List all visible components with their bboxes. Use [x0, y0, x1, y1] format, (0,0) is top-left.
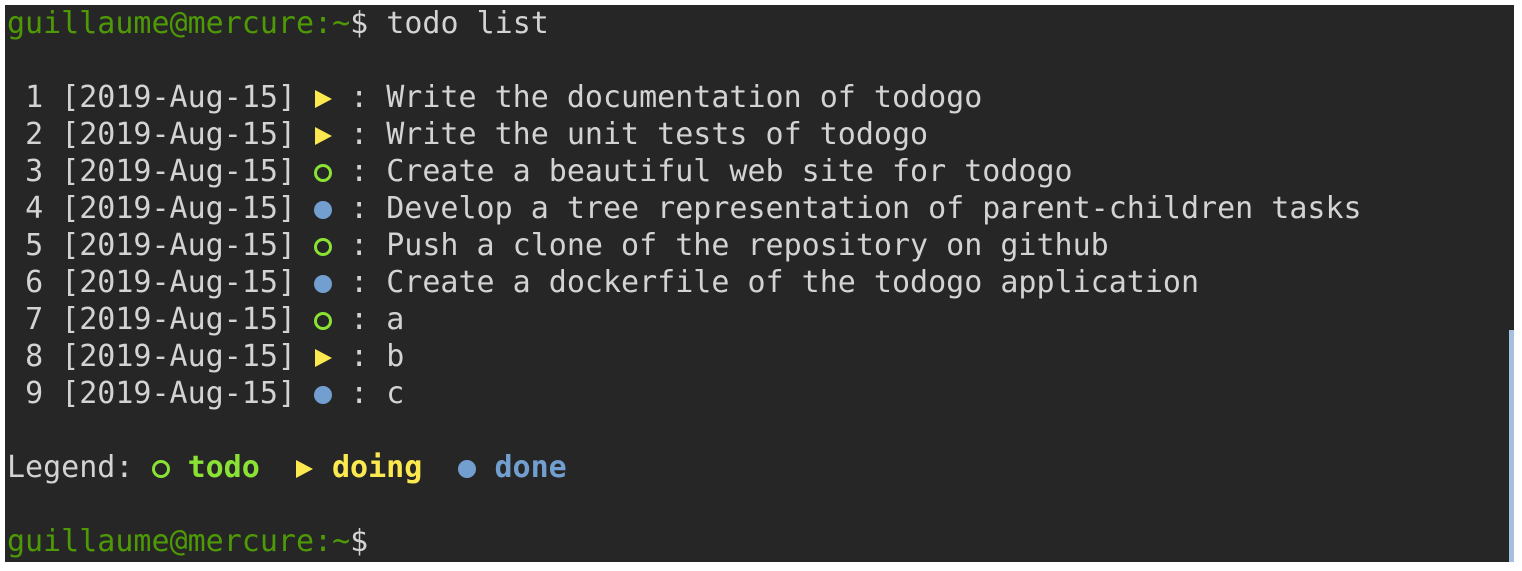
prompt-user-host: guillaume@mercure — [7, 524, 315, 559]
task-number: 7 — [25, 302, 44, 337]
task-number: 3 — [25, 154, 44, 189]
command-text: todo list — [368, 6, 549, 41]
task-date: [2019-Aug-15] — [61, 339, 296, 374]
task-text: Create a dockerfile of the todogo applic… — [386, 265, 1200, 300]
terminal-output: guillaume@mercure:~$ todo list 1 [2019-A… — [7, 5, 1362, 560]
prompt-cwd: :~ — [314, 6, 351, 41]
task-row: 4 [2019-Aug-15] : Develop a tree represe… — [7, 190, 1362, 227]
triangle-right-icon — [314, 116, 332, 153]
task-separator: : — [332, 302, 387, 337]
prompt-symbol: $ — [350, 524, 369, 559]
task-separator: : — [332, 191, 387, 226]
task-separator: : — [332, 376, 387, 411]
task-number: 5 — [25, 228, 44, 263]
task-row: 5 [2019-Aug-15] : Push a clone of the re… — [7, 227, 1362, 264]
prompt-user-host: guillaume@mercure — [7, 6, 315, 41]
filled-circle-icon — [314, 190, 333, 227]
prompt-line-2[interactable]: guillaume@mercure:~$ — [7, 523, 1362, 560]
task-date: [2019-Aug-15] — [61, 154, 296, 189]
legend-line: Legend: todo doing done — [7, 449, 1362, 486]
task-list: 1 [2019-Aug-15] : Write the documentatio… — [7, 79, 1362, 412]
task-separator: : — [332, 228, 387, 263]
prompt-cwd: :~ — [314, 524, 351, 559]
task-separator: : — [332, 339, 387, 374]
task-row: 2 [2019-Aug-15] : Write the unit tests o… — [7, 116, 1362, 153]
task-number: 8 — [25, 339, 44, 374]
task-text: a — [386, 302, 405, 337]
task-date: [2019-Aug-15] — [61, 228, 296, 263]
task-row: 8 [2019-Aug-15] : b — [7, 338, 1362, 375]
terminal-window[interactable]: guillaume@mercure:~$ todo list 1 [2019-A… — [5, 5, 1514, 562]
task-separator: : — [332, 154, 387, 189]
open-circle-icon — [151, 449, 170, 486]
task-row: 3 [2019-Aug-15] : Create a beautiful web… — [7, 153, 1362, 190]
task-separator: : — [332, 80, 387, 115]
triangle-right-icon — [296, 449, 314, 486]
prompt-line-1: guillaume@mercure:~$ todo list — [7, 5, 1362, 42]
open-circle-icon — [314, 153, 333, 190]
legend-label: Legend: — [7, 450, 134, 485]
open-circle-icon — [314, 301, 333, 338]
triangle-right-icon — [314, 79, 332, 116]
task-text: Push a clone of the repository on github — [386, 228, 1109, 263]
scrollbar[interactable] — [1509, 330, 1514, 562]
task-row: 6 [2019-Aug-15] : Create a dockerfile of… — [7, 264, 1362, 301]
task-number: 4 — [25, 191, 44, 226]
task-date: [2019-Aug-15] — [61, 265, 296, 300]
triangle-right-icon — [314, 338, 332, 375]
task-date: [2019-Aug-15] — [61, 191, 296, 226]
task-separator: : — [332, 265, 387, 300]
prompt-symbol: $ — [350, 6, 369, 41]
task-number: 1 — [25, 80, 44, 115]
task-number: 6 — [25, 265, 44, 300]
legend-todo: todo — [187, 450, 260, 485]
open-circle-icon — [314, 227, 333, 264]
legend-done: done — [494, 450, 567, 485]
task-row: 7 [2019-Aug-15] : a — [7, 301, 1362, 338]
filled-circle-icon — [458, 449, 477, 486]
filled-circle-icon — [314, 375, 333, 412]
task-text: Write the documentation of todogo — [386, 80, 983, 115]
task-row: 9 [2019-Aug-15] : c — [7, 375, 1362, 412]
task-separator: : — [332, 117, 387, 152]
task-text: b — [386, 339, 405, 374]
task-number: 9 — [25, 376, 44, 411]
task-date: [2019-Aug-15] — [61, 376, 296, 411]
task-text: Create a beautiful web site for todogo — [386, 154, 1073, 189]
task-text: Develop a tree representation of parent-… — [386, 191, 1362, 226]
filled-circle-icon — [314, 264, 333, 301]
task-date: [2019-Aug-15] — [61, 117, 296, 152]
task-row: 1 [2019-Aug-15] : Write the documentatio… — [7, 79, 1362, 116]
task-text: c — [386, 376, 405, 411]
task-text: Write the unit tests of todogo — [386, 117, 929, 152]
task-date: [2019-Aug-15] — [61, 302, 296, 337]
legend-doing: doing — [332, 450, 423, 485]
task-date: [2019-Aug-15] — [61, 80, 296, 115]
task-number: 2 — [25, 117, 44, 152]
